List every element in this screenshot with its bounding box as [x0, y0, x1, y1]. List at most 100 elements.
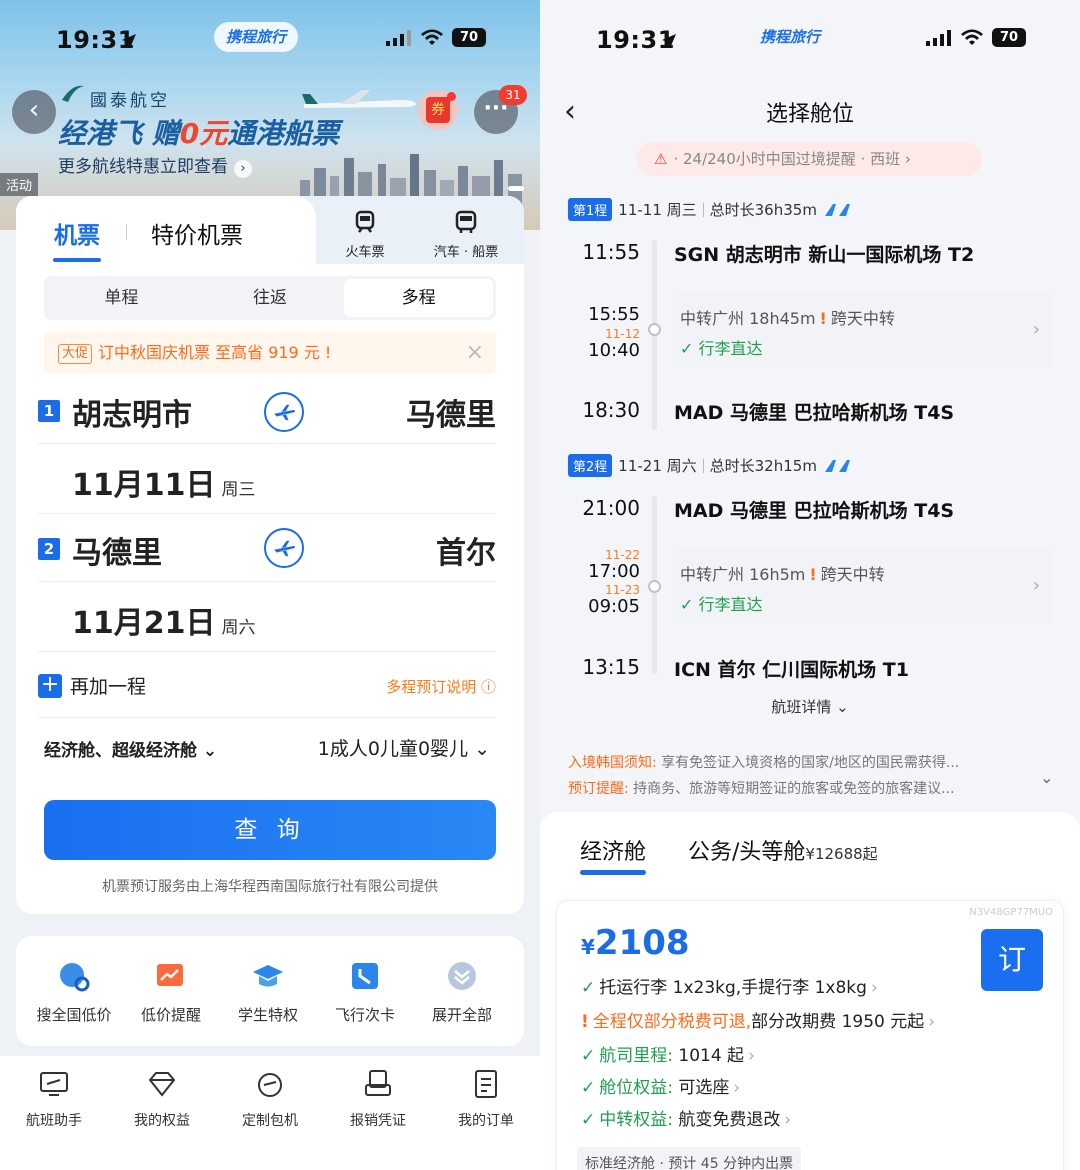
location-arrow-icon: [662, 34, 676, 48]
search-button[interactable]: 查 询: [44, 800, 496, 860]
trip-type-multicity[interactable]: 多程: [344, 279, 494, 317]
leg-tag: 第1程: [568, 198, 613, 221]
status-icons: 70: [386, 28, 486, 47]
multi-city-explain-link[interactable]: 多程预订说明 ⓘ: [386, 676, 496, 697]
add-icon[interactable]: +: [38, 674, 62, 698]
departure-date: 11月21日 周六: [72, 606, 256, 641]
close-icon[interactable]: ×: [466, 332, 484, 374]
departure-city[interactable]: 马德里: [72, 528, 162, 572]
tab-economy[interactable]: 经济舱: [580, 834, 646, 866]
seat-perk[interactable]: ✓ 舱位权益: 可选座 ›: [581, 1073, 740, 1098]
flight-details-toggle[interactable]: 航班详情 ⌄: [540, 696, 1080, 717]
banner-title: 经港飞 赠0元通港船票: [58, 117, 340, 150]
help-icon: ⓘ: [480, 678, 496, 696]
battery-indicator: 70: [452, 28, 486, 47]
expand-icon: [448, 962, 476, 990]
airline-tail-icon: [824, 459, 850, 472]
segment-number: 1: [38, 400, 60, 422]
warning-icon: ⚠: [654, 150, 668, 168]
check-icon: ✓: [680, 339, 694, 358]
swap-airplane-icon[interactable]: [264, 392, 304, 432]
korea-entry-notice[interactable]: 入境韩国须知: 享有免签证入境资格的国家/地区的国民需获得...: [568, 752, 959, 772]
fare-footer: 标准经济舱 · 预计 45 分钟内出票: [577, 1147, 802, 1170]
chevron-right-icon: ›: [1032, 575, 1040, 596]
quick-student[interactable]: 学生特权: [220, 960, 316, 1025]
mileage-perk[interactable]: ✓ 航司里程: 1014 起 ›: [581, 1041, 755, 1066]
transfer-perk[interactable]: ✓ 中转权益: 航变免费退改 ›: [581, 1105, 791, 1130]
transfer-arrival-date: 11-22: [605, 548, 640, 562]
tab-bus-ship[interactable]: 汽车 · 船票: [426, 210, 506, 260]
passenger-select[interactable]: 1成人0儿童0婴儿 ⌄: [318, 734, 490, 761]
nav-receipts[interactable]: 报销凭证: [324, 1068, 432, 1130]
trip-type-roundtrip[interactable]: 往返: [196, 279, 345, 317]
quick-lowest-price[interactable]: 搜全国低价: [26, 960, 122, 1025]
fare-option[interactable]: N3V48GP77MUO ¥2108 订 ✓ 托运行李 1x23kg,手提行李 1…: [556, 900, 1064, 1170]
check-icon: ✓: [680, 595, 694, 614]
monitor-plane-icon: [40, 1072, 68, 1096]
leg-2-header: 第2程 11-21 周六 总时长32h15m: [568, 454, 853, 477]
graduation-cap-icon: [253, 965, 283, 987]
tab-flights[interactable]: 机票: [54, 216, 100, 250]
departure-airport: SGN 胡志明市 新山一国际机场 T2: [674, 244, 975, 266]
refund-perk[interactable]: ! 全程仅部分税费可退,部分改期费 1950 元起 ›: [581, 1007, 935, 1032]
segment-2-date[interactable]: 11月21日 周六: [38, 582, 496, 652]
trip-type-oneway[interactable]: 单程: [47, 279, 196, 317]
arrival-city[interactable]: 首尔: [436, 528, 496, 572]
arrival-time: 18:30: [582, 398, 640, 422]
segment-2-route: 2 马德里 首尔: [38, 518, 496, 582]
baggage-perk[interactable]: ✓ 托运行李 1x23kg,手提行李 1x8kg ›: [581, 973, 878, 998]
charter-icon: [258, 1073, 282, 1097]
arrival-city[interactable]: 马德里: [406, 390, 496, 434]
cabin-class-select[interactable]: 经济舱、超级经济舱 ⌄: [44, 736, 217, 761]
add-segment-row: + 再加一程 多程预订说明 ⓘ: [38, 652, 496, 718]
book-button[interactable]: 订: [981, 929, 1043, 991]
transfer-info[interactable]: 中转广州 16h5m! 跨天中转 ✓ 行李直达 ›: [674, 549, 1052, 625]
notification-dot: [447, 92, 456, 101]
cabin-selection: 经济舱 公务/头等舱¥12688起 N3V48GP77MUO ¥2108 订 ✓…: [540, 812, 1080, 1170]
transfer-node: [648, 323, 661, 336]
transfer-arrival-time: 15:55: [588, 304, 640, 325]
airline-tail-icon: [824, 203, 850, 216]
provider-note: 机票预订服务由上海华程西南国际旅行社有限公司提供: [102, 879, 438, 895]
promo-strip[interactable]: 大促 订中秋国庆机票 至高省 919 元 ! ×: [44, 332, 496, 374]
transfer-departure-date: 11-12: [605, 327, 640, 341]
app-brand: 携程旅行: [214, 22, 299, 52]
page-title: 选择舱位: [765, 102, 854, 127]
tab-business-first[interactable]: 公务/头等舱¥12688起: [688, 834, 878, 866]
quick-flight-pass[interactable]: 飞行次卡: [317, 960, 413, 1025]
active-tab-indicator: [53, 258, 101, 262]
quick-price-alert[interactable]: 低价提醒: [123, 960, 219, 1025]
nav-my-benefits[interactable]: 我的权益: [108, 1068, 216, 1130]
add-segment-button[interactable]: 再加一程: [70, 672, 146, 699]
right-screen: 19:31 携程旅行 70 ‹ 选择舱位 ⚠ · 24/240小时中国过境提醒 ·…: [540, 0, 1080, 1170]
left-screen: 19:31 携程旅行 70 ‹ 國泰航空 经港飞 赠0元通港船票 更多航线特惠立…: [0, 0, 540, 1170]
quick-expand-all[interactable]: 展开全部: [414, 960, 510, 1025]
orders-icon: [475, 1070, 497, 1098]
transit-notice[interactable]: ⚠ · 24/240小时中国过境提醒 · 西班 ›: [636, 142, 982, 176]
chevron-down-icon: ⌄: [202, 741, 218, 761]
back-button[interactable]: ‹: [12, 90, 56, 134]
wifi-icon: [961, 29, 983, 45]
departure-city[interactable]: 胡志明市: [72, 390, 192, 434]
nav-charter[interactable]: 定制包机: [216, 1068, 324, 1130]
segment-1-date[interactable]: 11月11日 周三: [38, 444, 496, 514]
transfer-info[interactable]: 中转广州 18h45m! 跨天中转 ✓ 行李直达 ›: [674, 293, 1052, 369]
tab-train[interactable]: 火车票: [338, 210, 392, 260]
location-arrow-icon: [122, 34, 136, 48]
chevron-down-icon[interactable]: ⌄: [1040, 768, 1053, 787]
coupon-button[interactable]: 券: [418, 90, 458, 130]
globe-search-icon: [60, 963, 90, 992]
bus-icon: [455, 210, 477, 233]
segment-1-route: 1 胡志明市 马德里: [38, 382, 496, 444]
nav-flight-assistant[interactable]: 航班助手: [0, 1068, 108, 1130]
swap-airplane-icon[interactable]: [264, 528, 304, 568]
booking-reminder[interactable]: 预订提醒: 持商务、旅游等短期签证的旅客或免签的旅客建议...: [568, 778, 955, 798]
segment-number: 2: [38, 538, 60, 560]
nav-my-orders[interactable]: 我的订单: [432, 1068, 540, 1130]
departure-time: 21:00: [582, 496, 640, 520]
departure-date: 11月11日 周三: [72, 468, 256, 503]
departure-time: 11:55: [582, 240, 640, 264]
tab-special-flights[interactable]: 特价机票: [151, 216, 243, 250]
banner-subtitle[interactable]: 更多航线特惠立即查看 ›: [58, 152, 252, 178]
transfer-departure-time: 10:40: [588, 340, 640, 361]
